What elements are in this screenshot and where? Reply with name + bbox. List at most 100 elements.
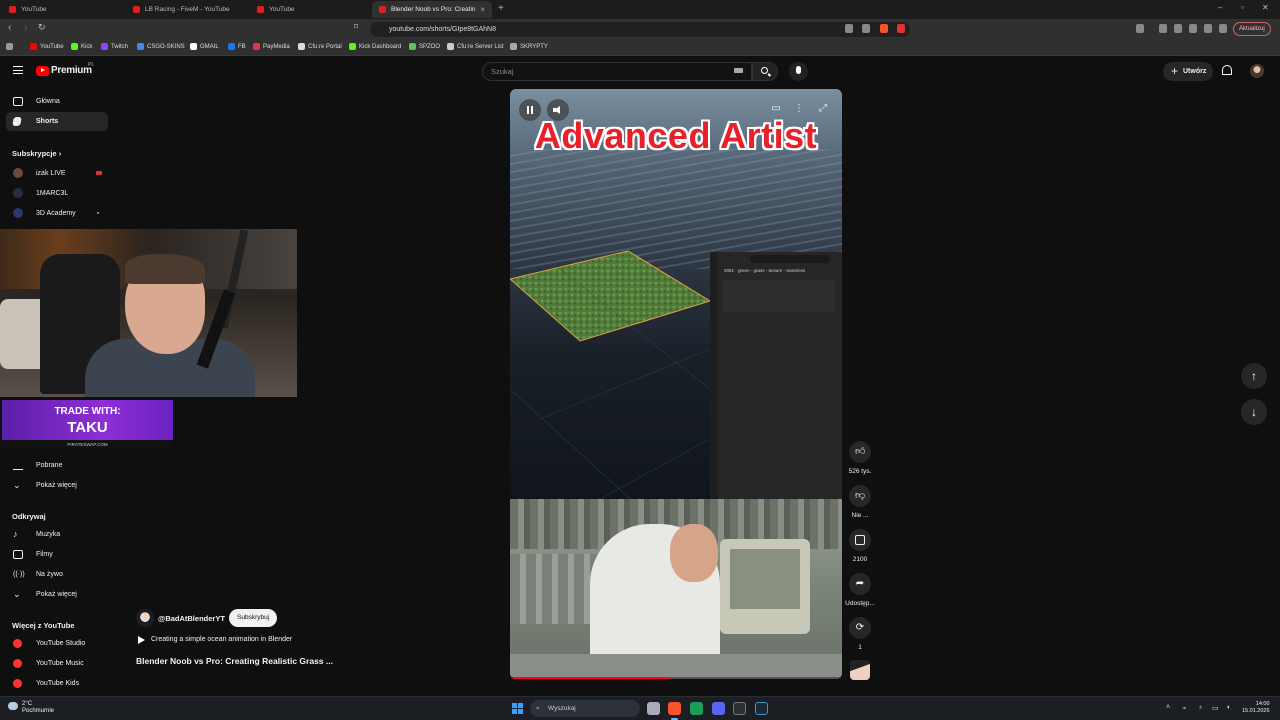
sidebar-item-shorts[interactable]: Shorts <box>6 112 108 131</box>
browser-tab[interactable]: YouTube <box>250 1 370 18</box>
account-avatar[interactable] <box>1250 64 1264 78</box>
network-icon[interactable]: ⌁ <box>1182 704 1186 712</box>
bookmark-item[interactable]: Twitch <box>101 43 128 50</box>
excel-icon[interactable] <box>690 702 703 715</box>
tray-chevron-icon[interactable]: ˄ <box>1166 704 1170 711</box>
spzoo-icon <box>409 43 416 50</box>
remix-button[interactable]: ⟳ 1 <box>844 617 876 651</box>
bookmark-item[interactable]: Cfu:re Portal <box>298 43 342 50</box>
sidebar-item-subscription[interactable]: izak LIVE <box>6 164 108 183</box>
browser-tab[interactable]: LB Racing - FiveM - YouTube <box>126 1 246 18</box>
sidebar-item-youtube-studio[interactable]: YouTube Studio <box>6 634 108 653</box>
keyboard-icon[interactable] <box>734 68 743 73</box>
subscriptions-heading[interactable]: Subskrypcje › <box>12 149 61 158</box>
maximize-icon[interactable]: ▫ <box>1241 3 1244 12</box>
chevron-right-icon: › <box>58 149 62 158</box>
minimize-icon[interactable]: – <box>1218 3 1222 12</box>
more-options-icon[interactable]: ⋮ <box>789 99 809 119</box>
sidebar-item-show-more[interactable]: ⌄ Pokaż więcej <box>6 476 108 495</box>
close-tab-icon[interactable]: × <box>480 5 485 14</box>
rewards-icon[interactable] <box>897 24 905 33</box>
microphone-tray-icon[interactable]: ♁ <box>1198 704 1203 711</box>
brave-shield-icon[interactable] <box>880 24 888 33</box>
brave-browser-icon[interactable] <box>668 702 681 720</box>
bookmark-item[interactable]: Cfu:re Server List <box>447 43 504 50</box>
bookmark-item[interactable]: FB <box>228 43 246 50</box>
new-tab-button[interactable]: + <box>498 3 504 14</box>
speaker-icon[interactable]: ◖ <box>1226 704 1230 711</box>
steam-icon[interactable] <box>755 702 768 715</box>
obs-icon[interactable] <box>733 702 746 715</box>
share-icon[interactable] <box>862 24 870 33</box>
chevron-down-icon: ⌄ <box>13 480 21 490</box>
bookmark-item[interactable]: SPZOO <box>409 43 440 50</box>
vpn-icon[interactable] <box>1204 24 1212 33</box>
search-button[interactable] <box>752 62 778 81</box>
sidebar-item-home[interactable]: Główna <box>6 92 108 111</box>
close-window-icon[interactable]: ✕ <box>1262 3 1269 12</box>
reload-icon[interactable]: ↻ <box>38 22 46 33</box>
shield-icon[interactable] <box>1219 24 1227 33</box>
progress-bar[interactable] <box>512 677 840 679</box>
extensions-icon[interactable] <box>1136 24 1144 33</box>
sidebar-item-show-more[interactable]: ⌄ Pokaż więcej <box>6 585 108 604</box>
display-icon[interactable]: ▭ <box>1212 704 1219 712</box>
subscribe-button[interactable]: Subskrybuj <box>229 609 278 627</box>
bookmark-item[interactable]: Kick <box>71 43 92 50</box>
voice-search-icon[interactable] <box>789 62 808 81</box>
sidebar-item-subscription[interactable]: 1MARC3L <box>6 184 108 203</box>
previous-short-button[interactable]: ↑ <box>1241 363 1267 389</box>
dislike-button[interactable]: 👎︎ Nie ... <box>844 485 876 519</box>
create-button[interactable]: Utwórz <box>1163 62 1213 81</box>
next-short-button[interactable]: ↓ <box>1241 399 1267 425</box>
cast-icon[interactable] <box>845 24 853 33</box>
channel-thumbnail[interactable] <box>850 660 870 680</box>
shorts-video-player[interactable]: 0081 - green - grass - texture - seamles… <box>510 89 842 679</box>
bookmark-item[interactable]: YouTube <box>30 43 64 50</box>
sidebar-item-live[interactable]: ((·)) Na żywo <box>6 565 108 584</box>
volume-icon[interactable] <box>547 99 569 121</box>
search-input[interactable]: Szukaj <box>482 62 752 81</box>
update-button[interactable]: Aktualizuj <box>1233 22 1271 36</box>
captions-icon[interactable]: ▭ <box>766 99 786 119</box>
related-video-link[interactable]: Creating a simple ocean animation in Ble… <box>151 636 292 643</box>
taskbar-search[interactable]: ⌕ Wyszukaj <box>530 700 640 717</box>
discord-icon[interactable] <box>712 702 725 715</box>
browser-tab[interactable]: YouTube <box>2 1 122 18</box>
bookmark-icon[interactable]: ⌑ <box>354 22 358 31</box>
bookmark-item[interactable]: Kick Dashboard <box>349 43 401 50</box>
sidebar-item-subscription[interactable]: 3D Academy <box>6 204 108 223</box>
bookmark-item[interactable]: GMAIL <box>190 43 219 50</box>
bookmark-item[interactable]: PayMedia <box>253 43 290 50</box>
bookmark-item[interactable]: CSGO-SKINS <box>137 43 185 50</box>
sidebar-item-youtube-kids[interactable]: YouTube Kids <box>6 674 108 693</box>
like-button[interactable]: 👍︎ 526 tys. <box>844 441 876 475</box>
fullscreen-icon[interactable]: ⤢ <box>813 99 833 119</box>
forward-icon[interactable]: › <box>24 22 27 33</box>
back-icon[interactable]: ‹ <box>8 22 11 33</box>
sidebar-item-music[interactable]: ♪ Muzyka <box>6 525 108 544</box>
share-button[interactable]: ➦ Udostęp... <box>844 573 876 607</box>
youtube-premium-logo[interactable]: Premium PL <box>36 62 94 76</box>
windows-start-icon[interactable] <box>512 703 523 714</box>
pause-icon[interactable] <box>519 99 541 121</box>
browser-tab-active[interactable]: Blender Noob vs Pro: Creatin × <box>372 1 492 18</box>
sidebar-icon[interactable] <box>1174 24 1182 33</box>
apps-grid-icon[interactable] <box>6 43 16 50</box>
system-clock[interactable]: 14:00 15.01.2026 <box>1242 701 1270 715</box>
notifications-bell-icon[interactable] <box>1222 65 1232 75</box>
sidebar-item-youtube-music[interactable]: YouTube Music <box>6 654 108 673</box>
weather-widget[interactable]: 2°C Pochmurnie <box>22 701 54 715</box>
twitch-icon <box>101 43 108 50</box>
hamburger-menu-icon[interactable] <box>13 66 23 74</box>
bookmark-item[interactable]: SKRYPTY <box>510 43 548 50</box>
wallet-icon[interactable] <box>1189 24 1197 33</box>
sidebar-item-downloads[interactable]: Pobrane <box>6 456 108 475</box>
comments-button[interactable]: 2100 <box>844 529 876 563</box>
channel-handle[interactable]: @BadAtBlenderYT <box>158 614 225 623</box>
channel-avatar[interactable] <box>136 609 154 627</box>
sidebar-item-movies[interactable]: Filmy <box>6 545 108 564</box>
url-field[interactable]: youtube.com/shorts/GIpe8tGAhN8 <box>370 22 910 37</box>
file-explorer-icon[interactable] <box>647 702 660 715</box>
media-icon[interactable] <box>1159 24 1167 33</box>
